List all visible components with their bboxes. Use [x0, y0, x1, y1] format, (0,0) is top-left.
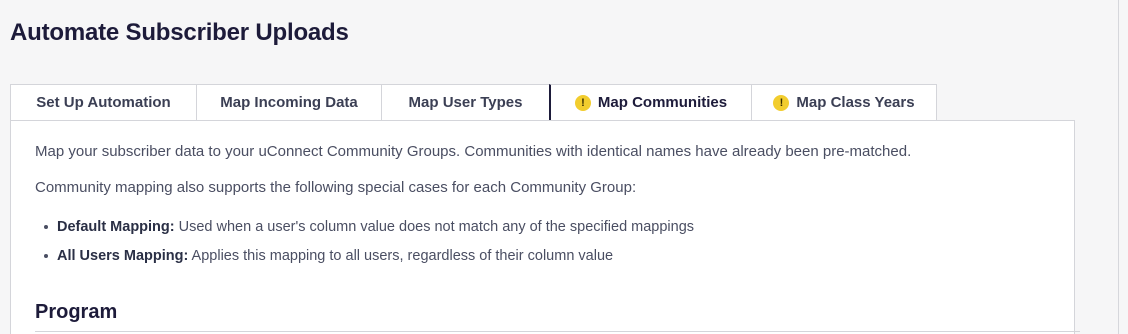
special-cases-list: Default Mapping: Used when a user's colu…	[43, 217, 695, 275]
list-item: All Users Mapping: Applies this mapping …	[43, 246, 694, 275]
page-title: Automate Subscriber Uploads	[10, 19, 349, 46]
tab-label: Map Class Years	[796, 94, 915, 111]
tab-label: Map Communities	[597, 94, 728, 111]
tab-label: Map Incoming Data	[220, 94, 358, 111]
window-divider	[1118, 0, 1119, 334]
tab-map-communities[interactable]: ! Map Communities	[549, 84, 751, 121]
tab-panel: Map your subscriber data to your uConnec…	[10, 120, 1080, 334]
intro-text: Map your subscriber data to your uConnec…	[35, 143, 912, 160]
section-divider	[35, 331, 1080, 332]
warning-icon: !	[574, 94, 591, 111]
page: Automate Subscriber Uploads Set Up Autom…	[0, 0, 1128, 334]
warning-icon: !	[773, 94, 790, 111]
section-title: Program	[35, 301, 118, 323]
tab-label: Map User Types	[408, 94, 523, 111]
tab-map-class-years[interactable]: ! Map Class Years	[751, 84, 937, 121]
tab-bar: Set Up Automation Map Incoming Data Map …	[10, 84, 937, 121]
list-item-term: All Users Mapping:	[57, 248, 189, 264]
tab-label: Set Up Automation	[36, 94, 171, 111]
list-item-term: Default Mapping:	[57, 219, 175, 235]
tab-map-user-types[interactable]: Map User Types	[381, 84, 549, 121]
tab-set-up-automation[interactable]: Set Up Automation	[10, 84, 196, 121]
tab-map-incoming-data[interactable]: Map Incoming Data	[196, 84, 381, 121]
list-item-text: Applies this mapping to all users, regar…	[188, 248, 614, 264]
list-item: Default Mapping: Used when a user's colu…	[43, 217, 695, 246]
list-item-text: Used when a user's column value does not…	[174, 219, 695, 235]
special-cases-text: Community mapping also supports the foll…	[35, 179, 637, 196]
